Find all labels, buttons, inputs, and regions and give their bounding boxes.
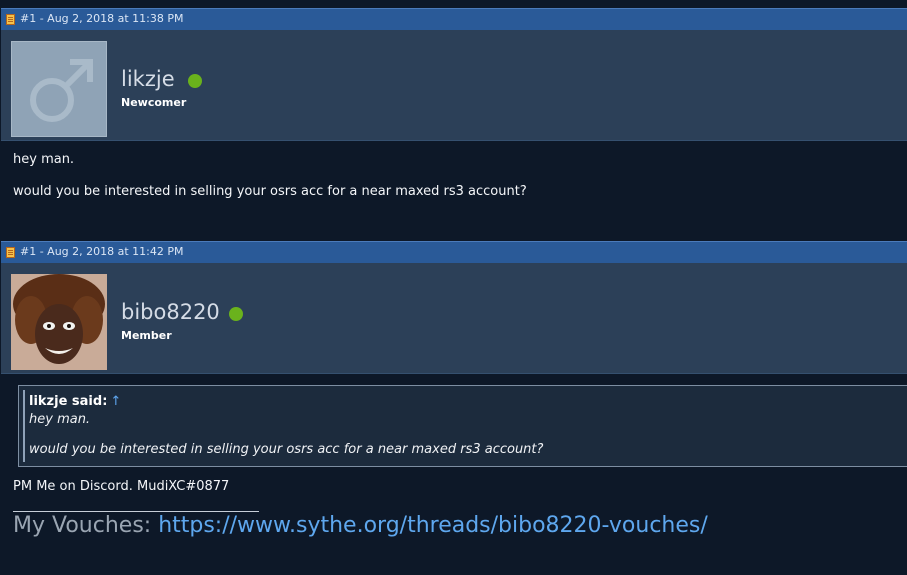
- photo-avatar-icon: [11, 274, 107, 370]
- signature: My Vouches: https://www.sythe.org/thread…: [13, 513, 708, 538]
- post-message-line: would you be interested in selling your …: [13, 184, 527, 199]
- username-link[interactable]: likzje: [121, 67, 175, 91]
- vouches-link[interactable]: https://www.sythe.org/threads/bibo8220-v…: [158, 513, 708, 538]
- post-userbar: bibo8220 Member: [1, 263, 907, 374]
- quote-line: hey man.: [29, 412, 91, 427]
- top-strip: [0, 0, 907, 8]
- signature-label: My Vouches:: [13, 513, 159, 538]
- online-status-icon: [188, 74, 202, 88]
- post-message-line: PM Me on Discord. MudiXC#0877: [13, 479, 230, 494]
- quote-author: likzje said: ↑: [29, 394, 121, 409]
- online-status-icon: [229, 307, 243, 321]
- avatar[interactable]: [11, 41, 107, 137]
- post-permalink[interactable]: #1 - Aug 2, 2018 at 11:38 PM: [20, 9, 184, 29]
- username-link[interactable]: bibo8220: [121, 300, 220, 324]
- post-document-icon: [6, 14, 15, 25]
- post-message-line: hey man.: [13, 152, 75, 167]
- user-title: Newcomer: [121, 96, 187, 109]
- quote-line: would you be interested in selling your …: [29, 442, 544, 457]
- user-title: Member: [121, 329, 172, 342]
- quote-block: likzje said: ↑ hey man. would you be inte…: [18, 385, 907, 467]
- signature-divider: [13, 511, 259, 512]
- quote-author-label: likzje said:: [29, 394, 108, 409]
- post-userbar: likzje Newcomer: [1, 30, 907, 141]
- male-symbol-icon: [30, 59, 93, 122]
- post-header: #1 - Aug 2, 2018 at 11:38 PM: [1, 8, 907, 30]
- post-document-icon: [6, 247, 15, 258]
- post-permalink[interactable]: #1 - Aug 2, 2018 at 11:42 PM: [20, 242, 184, 262]
- quote-bar: [23, 390, 25, 462]
- post-header: #1 - Aug 2, 2018 at 11:42 PM: [1, 241, 907, 263]
- avatar[interactable]: [11, 274, 107, 370]
- thread-page: #1 - Aug 2, 2018 at 11:38 PM likzje Newc…: [0, 0, 907, 575]
- quote-jump-arrow-icon[interactable]: ↑: [110, 394, 121, 409]
